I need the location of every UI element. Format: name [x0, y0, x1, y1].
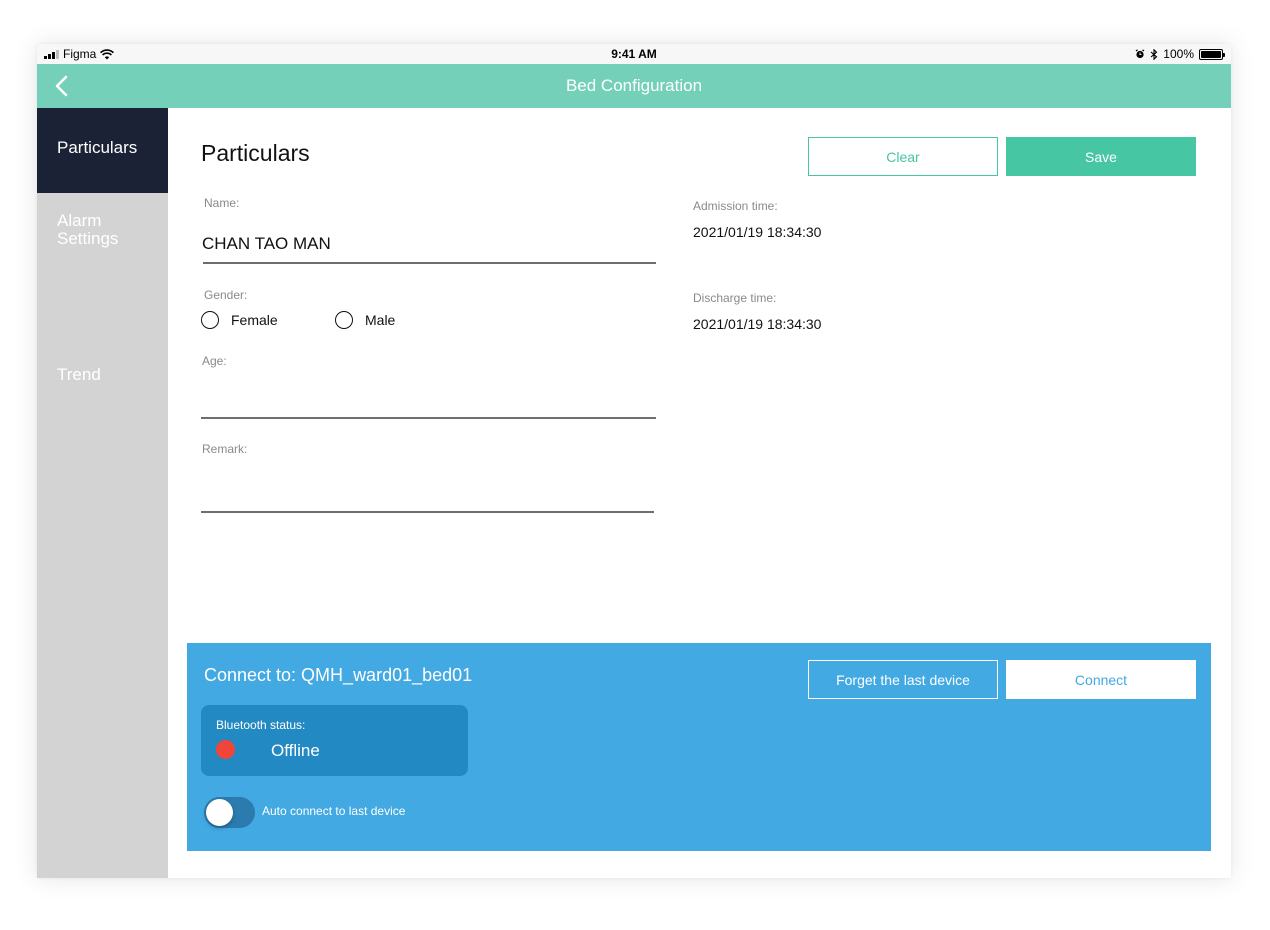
- status-right: 100%: [1135, 47, 1225, 61]
- bluetooth-status-label: Bluetooth status:: [216, 718, 306, 732]
- name-underline: [203, 262, 656, 264]
- age-label: Age:: [202, 354, 227, 368]
- radio-circle: [201, 311, 219, 329]
- status-time: 9:41 AM: [611, 47, 657, 61]
- name-field[interactable]: CHAN TAO MAN: [202, 234, 331, 254]
- gender-male-radio[interactable]: Male: [335, 311, 395, 329]
- gender-female-radio[interactable]: Female: [201, 311, 278, 329]
- connect-panel: Connect to: QMH_ward01_bed01 Forget the …: [187, 643, 1211, 851]
- sidebar-item-label: Alarm Settings: [57, 211, 119, 248]
- sidebar-item-alarm-settings[interactable]: Alarm Settings: [37, 193, 168, 275]
- page-title: Particulars: [201, 140, 310, 166]
- remark-label: Remark:: [202, 442, 248, 456]
- forget-device-button[interactable]: Forget the last device: [808, 660, 998, 699]
- sidebar-item-particulars[interactable]: Particulars: [37, 108, 168, 193]
- nav-bar: Bed Configuration: [37, 64, 1231, 108]
- discharge-time-label: Discharge time:: [693, 291, 777, 305]
- battery-percent: 100%: [1163, 47, 1194, 61]
- clear-button[interactable]: Clear: [808, 137, 998, 176]
- connect-target-title: Connect to: QMH_ward01_bed01: [204, 665, 473, 685]
- sidebar-item-label: Trend: [57, 365, 101, 384]
- sidebar-item-trend[interactable]: Trend: [37, 275, 168, 384]
- offline-status-dot: [216, 740, 235, 759]
- radio-label: Female: [231, 312, 278, 328]
- auto-connect-label: Auto connect to last device: [262, 804, 406, 818]
- name-label: Name:: [204, 196, 240, 210]
- age-field[interactable]: [202, 389, 655, 413]
- discharge-time-value: 2021/01/19 18:34:30: [693, 316, 822, 332]
- device-frame: Figma 9:41 AM 100% Bed Configuration Par…: [37, 44, 1231, 878]
- bluetooth-status-card: Bluetooth status: Offline: [201, 705, 468, 776]
- bluetooth-icon: [1150, 48, 1158, 60]
- admission-time-label: Admission time:: [693, 199, 778, 213]
- remark-field[interactable]: [202, 484, 655, 508]
- age-underline: [201, 417, 656, 419]
- save-button[interactable]: Save: [1006, 137, 1196, 176]
- toggle-knob: [206, 799, 233, 826]
- admission-time-value: 2021/01/19 18:34:30: [693, 224, 822, 240]
- battery-icon: [1199, 48, 1225, 60]
- sidebar-item-label: Particulars: [57, 138, 138, 157]
- status-bar: Figma 9:41 AM 100%: [37, 44, 1231, 64]
- auto-connect-toggle[interactable]: [204, 797, 255, 828]
- gender-label: Gender:: [204, 288, 248, 302]
- alarm-icon: [1135, 49, 1145, 59]
- battery-fill: [1201, 50, 1221, 58]
- connect-button[interactable]: Connect: [1006, 660, 1196, 699]
- remark-underline: [201, 511, 654, 513]
- radio-label: Male: [365, 312, 396, 328]
- sidebar: Particulars Alarm Settings Trend: [37, 108, 168, 878]
- radio-circle: [335, 311, 353, 329]
- bluetooth-status-value: Offline: [271, 741, 320, 760]
- page-header-title: Bed Configuration: [565, 76, 703, 95]
